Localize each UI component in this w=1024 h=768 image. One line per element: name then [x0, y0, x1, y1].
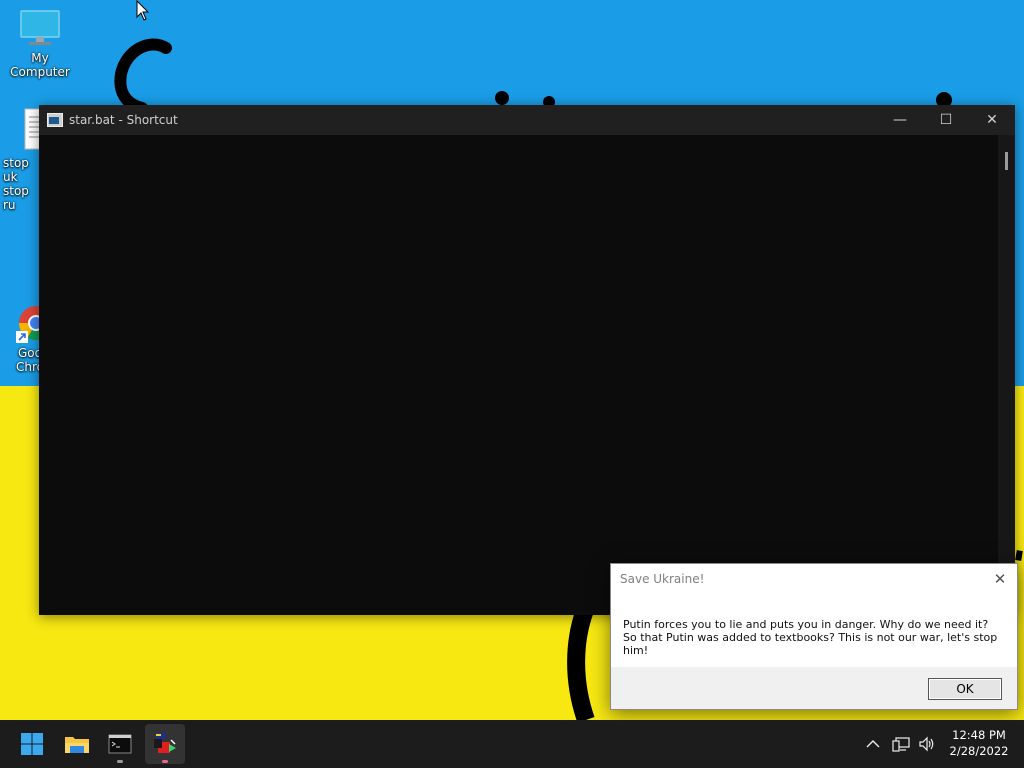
system-clock[interactable]: 12:48 PM 2/28/2022 — [942, 727, 1016, 759]
dialog-close-button[interactable]: ✕ — [989, 568, 1011, 590]
network-icon — [892, 737, 910, 752]
desktop-icon-label-line1: Goo — [18, 346, 42, 360]
maximize-button[interactable]: ☐ — [923, 105, 969, 135]
start-button[interactable] — [12, 724, 52, 764]
start-icon — [21, 733, 43, 755]
desktop-icon-label-line2: Chro — [16, 360, 44, 374]
running-indicator — [117, 760, 123, 763]
volume-button[interactable] — [915, 720, 939, 768]
dialog-title: Save Ukraine! — [620, 572, 705, 586]
taskbar-batch-app[interactable] — [145, 724, 185, 764]
desktop-icon-text-file[interactable]: stop uk stop ru — [0, 107, 50, 212]
ok-button[interactable]: OK — [928, 678, 1002, 700]
desktop-icon-label-line2: stop ru — [3, 184, 29, 212]
taskbar: 12:48 PM 2/28/2022 — [0, 720, 1024, 768]
batch-app-icon — [154, 733, 176, 753]
dialog-footer: OK — [611, 667, 1017, 709]
clock-date: 2/28/2022 — [949, 744, 1009, 758]
terminal-icon — [108, 734, 132, 754]
monitor-icon — [20, 10, 60, 45]
console-output[interactable] — [39, 135, 1015, 615]
console-title: star.bat - Shortcut — [69, 113, 178, 127]
desktop-icon-label-line1: stop uk — [3, 156, 29, 184]
console-scrollbar[interactable] — [998, 135, 1015, 615]
file-explorer-icon — [65, 737, 89, 753]
desktop-icon-chrome[interactable]: Goo Chro — [0, 303, 53, 374]
console-title-bar[interactable]: star.bat - Shortcut — ☐ ✕ — [39, 105, 1015, 135]
close-button[interactable]: ✕ — [969, 105, 1015, 135]
minimize-button[interactable]: — — [877, 105, 923, 135]
dialog-message: Putin forces you to lie and puts you in … — [623, 618, 998, 657]
network-button[interactable] — [889, 720, 913, 768]
chevron-up-icon — [866, 740, 880, 748]
scrollbar-thumb[interactable] — [1005, 152, 1008, 170]
console-app-icon — [47, 113, 63, 127]
console-window[interactable]: star.bat - Shortcut — ☐ ✕ — [39, 105, 1015, 615]
desktop-icon-label: My Computer — [10, 51, 70, 79]
taskbar-terminal[interactable] — [100, 724, 140, 764]
desktop-icon-my-computer[interactable]: My Computer — [0, 8, 80, 79]
message-dialog[interactable]: Save Ukraine! ✕ Putin forces you to lie … — [610, 563, 1018, 710]
taskbar-file-explorer[interactable] — [57, 724, 97, 764]
running-indicator — [162, 760, 168, 763]
volume-icon — [919, 736, 934, 752]
clock-time: 12:48 PM — [952, 728, 1006, 742]
mouse-cursor-icon — [136, 0, 150, 21]
tray-overflow-button[interactable] — [862, 720, 884, 768]
desktop: My Computer stop uk stop ru Goo Chro sta… — [0, 0, 1024, 720]
